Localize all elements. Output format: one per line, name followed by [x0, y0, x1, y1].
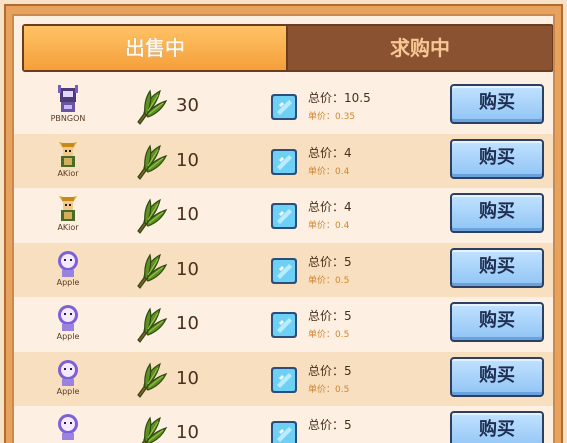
- seller: Apple: [40, 249, 96, 287]
- tab-selling[interactable]: 出售中: [24, 26, 288, 70]
- unit-price: 单价：0.35: [308, 112, 356, 122]
- buy-button[interactable]: 购买: [450, 84, 544, 124]
- seller-name: AKior: [57, 223, 79, 232]
- listing-row: Apple 10 总价：5 单价：0.5 购买: [14, 351, 553, 406]
- buy-button[interactable]: 购买: [450, 247, 544, 288]
- quantity: 10: [176, 313, 199, 334]
- blue-gem-icon: [271, 421, 297, 443]
- listing-row: AKior 10 总价：4 单价：0.4 购买: [14, 188, 553, 243]
- quantity: 10: [176, 367, 199, 389]
- quantity: 10: [176, 204, 199, 225]
- quantity: 10: [176, 422, 199, 443]
- buy-button[interactable]: 购买: [450, 193, 544, 233]
- buy-button[interactable]: 购买: [450, 302, 544, 342]
- wheat-bundle-icon: [137, 144, 168, 180]
- warrior-avatar-icon: [59, 196, 77, 221]
- price-info: 总价：5 单价：0.5: [308, 307, 352, 340]
- tab-bar: 出售中 求购中: [22, 24, 553, 72]
- blue-gem-icon: [271, 94, 297, 120]
- buy-button[interactable]: 购买: [450, 356, 544, 397]
- total-price: 总价：5: [308, 418, 352, 432]
- quantity: 10: [176, 258, 199, 280]
- total-price: 总价：10.5: [308, 91, 371, 105]
- wheat-bundle-icon: [141, 416, 168, 443]
- price-info: 总价：10.5 单价：0.35: [308, 89, 371, 122]
- blue-gem-icon: [271, 257, 297, 284]
- total-price: 总价：4: [308, 200, 352, 214]
- price-info: 总价：4 单价：0.4: [308, 198, 352, 231]
- seller-name: PBNGON: [50, 114, 86, 123]
- astronaut-avatar-icon: [58, 305, 78, 331]
- listing-row: 10 总价：5 购买: [14, 406, 553, 443]
- blue-gem-icon: [271, 148, 297, 175]
- listing-list: PBNGON 30 总价：10.5 单价：0.35 购买 AKior 10 总价…: [14, 79, 553, 443]
- total-price: 总价：5: [308, 363, 352, 378]
- quantity: 10: [176, 149, 199, 171]
- price-info: 总价：5 单价：0.5: [308, 253, 352, 286]
- unit-price: 单价：0.5: [308, 384, 350, 395]
- price-info: 总价：5 单价：0.5: [308, 362, 352, 395]
- wheat-bundle-icon: [137, 198, 168, 234]
- listing-row: Apple 10 总价：5 单价：0.5 购买: [14, 242, 553, 297]
- unit-price: 单价：0.5: [308, 275, 350, 286]
- blue-gem-icon: [271, 203, 297, 229]
- buy-button[interactable]: 购买: [450, 411, 544, 443]
- seller: Apple: [40, 358, 96, 396]
- total-price: 总价：4: [308, 145, 352, 160]
- seller: AKior: [40, 194, 96, 232]
- seller: Apple: [40, 303, 96, 341]
- blue-gem-icon: [271, 312, 297, 338]
- wheat-bundle-icon: [137, 307, 168, 343]
- astronaut-avatar-icon: [58, 250, 78, 277]
- tab-buying[interactable]: 求购中: [288, 26, 552, 70]
- total-price: 总价：5: [308, 309, 352, 323]
- wheat-bundle-icon: [137, 362, 168, 398]
- astronaut-avatar-icon: [58, 414, 78, 440]
- seller-name: AKior: [57, 168, 79, 178]
- market-panel: 出售中 求购中 PBNGON 30 总价：10.5 单价：0.35 购买 AKi…: [12, 14, 555, 443]
- listing-row: Apple 10 总价：5 单价：0.5 购买: [14, 297, 553, 352]
- seller: AKior: [40, 140, 96, 178]
- buy-button[interactable]: 购买: [450, 138, 544, 179]
- wheat-bundle-icon: [137, 253, 168, 289]
- price-info: 总价：5: [308, 416, 352, 436]
- blue-gem-icon: [271, 366, 297, 393]
- seller-name: Apple: [56, 277, 80, 287]
- wheat-bundle-icon: [137, 89, 168, 125]
- market-frame: 出售中 求购中 PBNGON 30 总价：10.5 单价：0.35 购买 AKi…: [4, 4, 563, 443]
- price-info: 总价：4 单价：0.4: [308, 144, 352, 177]
- seller: [40, 412, 96, 441]
- seller-name: Apple: [56, 332, 80, 341]
- astronaut-avatar-icon: [58, 359, 78, 386]
- seller: PBNGON: [40, 85, 96, 123]
- quantity: 30: [176, 95, 199, 116]
- total-price: 总价：5: [308, 254, 352, 269]
- listing-row: PBNGON 30 总价：10.5 单价：0.35 购买: [14, 79, 553, 134]
- unit-price: 单价：0.5: [308, 330, 350, 340]
- warrior-avatar-icon: [59, 141, 77, 167]
- unit-price: 单价：0.4: [308, 221, 350, 231]
- unit-price: 单价：0.4: [308, 166, 350, 177]
- listing-row: AKior 10 总价：4 单价：0.4 购买: [14, 133, 553, 188]
- seller-name: Apple: [56, 386, 80, 396]
- robot-avatar-icon: [58, 85, 78, 112]
